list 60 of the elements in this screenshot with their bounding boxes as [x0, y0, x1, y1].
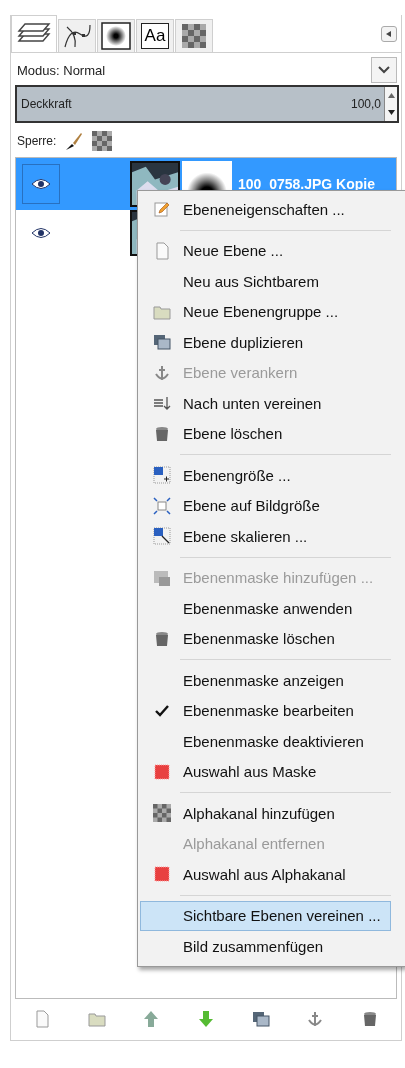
- eye-icon: [31, 227, 51, 239]
- menu-item[interactable]: Ebenengröße ...: [140, 460, 391, 491]
- triangle-up-icon: [387, 93, 395, 98]
- menu-item[interactable]: Ebenenmaske bearbeiten: [140, 695, 391, 726]
- dock-tab[interactable]: [11, 15, 57, 52]
- chevron-down-icon: [378, 66, 390, 74]
- arrow-down-icon: [196, 1010, 215, 1028]
- visibility-toggle[interactable]: [22, 164, 60, 204]
- menu-item[interactable]: Auswahl aus Alphakanal: [140, 859, 391, 890]
- selection-icon: [153, 865, 171, 884]
- dock-tab[interactable]: [97, 19, 135, 52]
- opacity-value: 100,0: [350, 97, 381, 111]
- menu-item[interactable]: Ebenenmaske anzeigen: [140, 665, 391, 696]
- fit-icon: [153, 496, 171, 515]
- trash-icon: [153, 424, 171, 443]
- menu-item[interactable]: Ebene duplizieren: [140, 327, 391, 358]
- menu-item[interactable]: Ebene skalieren ...: [140, 521, 391, 552]
- page-icon: [153, 241, 171, 260]
- mask-icon: [153, 568, 171, 587]
- triangle-down-icon: [387, 110, 395, 115]
- arrow-up-icon: [142, 1010, 161, 1028]
- checker-icon: [92, 131, 113, 151]
- pencil-icon: [153, 200, 171, 219]
- selection-icon: [153, 762, 171, 781]
- menu-item[interactable]: Ebenenmaske löschen: [140, 623, 391, 654]
- checker-icon: [153, 804, 171, 823]
- brush-icon: [101, 22, 131, 50]
- anchor-icon: [153, 363, 171, 382]
- resize-icon: [153, 466, 171, 485]
- page-icon: [33, 1010, 52, 1028]
- layer-name: 100_0758.JPG Kopie: [238, 176, 375, 192]
- duplicate-icon: [153, 333, 171, 352]
- lock-label: Sperre:: [17, 134, 57, 148]
- folder-icon: [87, 1010, 106, 1028]
- menu-item[interactable]: Neue Ebenengruppe ...: [140, 296, 391, 327]
- menu-item[interactable]: Alphakanal hinzufügen: [140, 798, 391, 829]
- menu-item[interactable]: Ebenenmaske deaktivieren: [140, 726, 391, 757]
- menu-item[interactable]: Bild zusammenfügen: [140, 931, 391, 962]
- mode-label: Modus: Normal: [17, 62, 106, 78]
- menu-item[interactable]: Ebene auf Bildgröße: [140, 490, 391, 521]
- menu-item[interactable]: Neue Ebene ...: [140, 235, 391, 266]
- scale-icon: [153, 527, 171, 546]
- trash-icon: [153, 629, 171, 648]
- opacity-spinbox[interactable]: Deckkraft 100,0: [15, 85, 399, 123]
- triangle-left-icon: [385, 29, 393, 38]
- duplicate-icon: [251, 1010, 270, 1028]
- menu-item[interactable]: Auswahl aus Maske: [140, 756, 391, 787]
- pattern-icon: [182, 24, 206, 48]
- opacity-label: Deckkraft: [21, 97, 72, 111]
- dock-tab[interactable]: [58, 19, 96, 52]
- menu-item[interactable]: Neu aus Sichtbarem: [140, 266, 391, 297]
- menu-item[interactable]: Sichtbare Ebenen vereinen ...: [140, 900, 391, 931]
- menu-item[interactable]: Nach unten vereinen: [140, 388, 391, 419]
- anchor-icon: [306, 1010, 325, 1028]
- eye-icon: [31, 178, 51, 190]
- menu-item[interactable]: Ebenenmaske anwenden: [140, 593, 391, 624]
- paths-icon: [62, 22, 92, 50]
- menu-item[interactable]: Ebene löschen: [140, 418, 391, 449]
- mode-dropdown-button[interactable]: [371, 57, 397, 83]
- dock-menu-button[interactable]: [381, 25, 397, 42]
